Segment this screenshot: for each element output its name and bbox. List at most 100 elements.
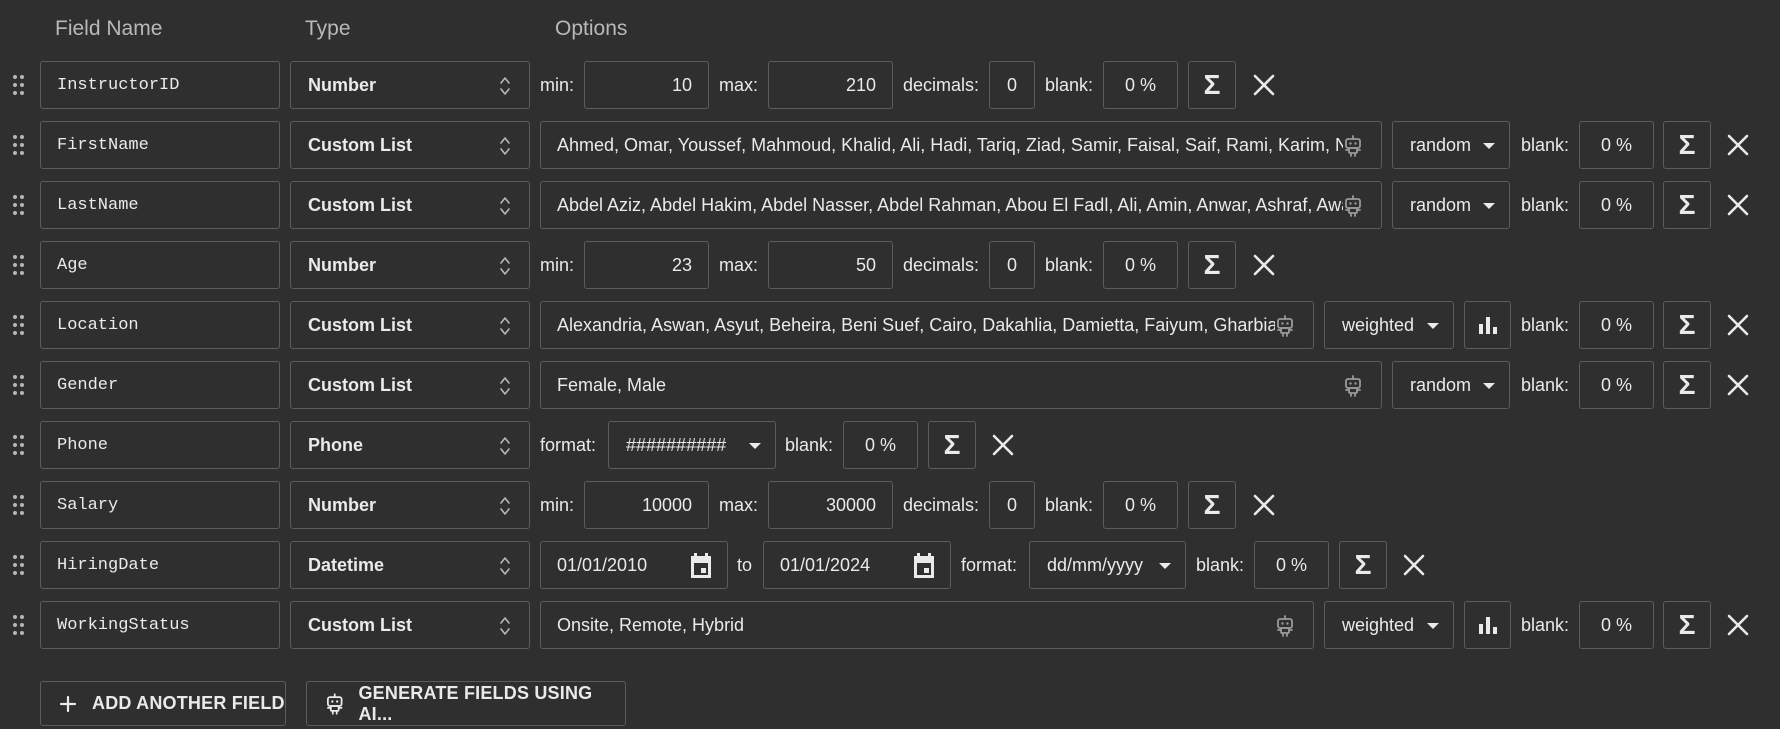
robot-icon[interactable]	[1341, 374, 1365, 398]
distribution-weights-button[interactable]	[1464, 301, 1511, 349]
close-icon[interactable]	[987, 429, 1019, 461]
decimals-input[interactable]: 0	[989, 481, 1035, 529]
distribution-label: random	[1410, 374, 1472, 395]
distribution-select[interactable]: random	[1392, 181, 1510, 229]
drag-handle-icon[interactable]	[12, 313, 26, 337]
blank-percent-input[interactable]: 0 %	[1103, 241, 1178, 289]
sigma-button[interactable]: Σ	[928, 421, 976, 469]
sigma-button[interactable]: Σ	[1663, 361, 1711, 409]
generate-fields-ai-button[interactable]: GENERATE FIELDS USING AI...	[306, 681, 626, 726]
decimals-input[interactable]: 0	[989, 241, 1035, 289]
field-type-select[interactable]: Phone	[290, 421, 530, 469]
sigma-button[interactable]: Σ	[1663, 121, 1711, 169]
drag-handle-icon[interactable]	[12, 73, 26, 97]
max-input[interactable]: 210	[768, 61, 893, 109]
decimals-label: decimals:	[903, 75, 980, 95]
distribution-select[interactable]: random	[1392, 121, 1510, 169]
close-icon[interactable]	[1722, 609, 1754, 641]
close-icon[interactable]	[1398, 549, 1430, 581]
field-name-input[interactable]: LastName	[40, 181, 280, 229]
field-row: FirstName Custom List Ahmed, Omar, Youss…	[0, 121, 1780, 171]
sigma-button[interactable]: Σ	[1188, 241, 1236, 289]
sigma-button[interactable]: Σ	[1663, 181, 1711, 229]
custom-list-input[interactable]: Female, Male	[540, 361, 1382, 409]
calendar-icon[interactable]	[689, 553, 713, 579]
blank-percent-input[interactable]: 0 %	[1103, 481, 1178, 529]
field-type-select[interactable]: Custom List	[290, 301, 530, 349]
field-type-select[interactable]: Number	[290, 61, 530, 109]
field-name-input[interactable]: WorkingStatus	[40, 601, 280, 649]
field-type-select[interactable]: Custom List	[290, 601, 530, 649]
drag-handle-icon[interactable]	[12, 553, 26, 577]
close-icon[interactable]	[1722, 369, 1754, 401]
custom-list-input[interactable]: Ahmed, Omar, Youssef, Mahmoud, Khalid, A…	[540, 121, 1382, 169]
blank-percent-input[interactable]: 0 %	[1579, 601, 1654, 649]
blank-percent-input[interactable]: 0 %	[1579, 121, 1654, 169]
drag-handle-icon[interactable]	[12, 193, 26, 217]
custom-list-input[interactable]: Abdel Aziz, Abdel Hakim, Abdel Nasser, A…	[540, 181, 1382, 229]
up-down-arrows-icon	[500, 77, 510, 95]
field-type-select[interactable]: Number	[290, 481, 530, 529]
field-name-input[interactable]: Salary	[40, 481, 280, 529]
custom-list-input[interactable]: Onsite, Remote, Hybrid	[540, 601, 1314, 649]
blank-percent-input[interactable]: 0 %	[1254, 541, 1329, 589]
distribution-select[interactable]: random	[1392, 361, 1510, 409]
sigma-button[interactable]: Σ	[1188, 481, 1236, 529]
field-type-select[interactable]: Custom List	[290, 121, 530, 169]
close-icon[interactable]	[1248, 489, 1280, 521]
close-icon[interactable]	[1722, 129, 1754, 161]
field-type-select[interactable]: Number	[290, 241, 530, 289]
date-to-input[interactable]: 01/01/2024	[763, 541, 951, 589]
close-icon[interactable]	[1248, 69, 1280, 101]
close-icon[interactable]	[1722, 189, 1754, 221]
min-input[interactable]: 23	[584, 241, 709, 289]
sigma-button[interactable]: Σ	[1339, 541, 1387, 589]
field-name-input[interactable]: Age	[40, 241, 280, 289]
field-type-select[interactable]: Datetime	[290, 541, 530, 589]
close-icon[interactable]	[1248, 249, 1280, 281]
drag-handle-icon[interactable]	[12, 373, 26, 397]
blank-percent-input[interactable]: 0 %	[1579, 301, 1654, 349]
min-input[interactable]: 10	[584, 61, 709, 109]
robot-icon[interactable]	[1273, 614, 1297, 638]
phone-format-select[interactable]: ##########	[608, 421, 776, 469]
field-name-input[interactable]: InstructorID	[40, 61, 280, 109]
sigma-button[interactable]: Σ	[1663, 301, 1711, 349]
drag-handle-icon[interactable]	[12, 493, 26, 517]
sigma-button[interactable]: Σ	[1188, 61, 1236, 109]
add-field-button[interactable]: ADD ANOTHER FIELD	[40, 681, 286, 726]
field-name-input[interactable]: Location	[40, 301, 280, 349]
max-input[interactable]: 30000	[768, 481, 893, 529]
drag-handle-icon[interactable]	[12, 133, 26, 157]
field-type-select[interactable]: Custom List	[290, 361, 530, 409]
decimals-input[interactable]: 0	[989, 61, 1035, 109]
drag-handle-icon[interactable]	[12, 433, 26, 457]
field-type-select[interactable]: Custom List	[290, 181, 530, 229]
blank-percent-input[interactable]: 0 %	[843, 421, 918, 469]
close-icon[interactable]	[1722, 309, 1754, 341]
field-type-label: Custom List	[308, 194, 413, 215]
field-name-input[interactable]: HiringDate	[40, 541, 280, 589]
distribution-select[interactable]: weighted	[1324, 301, 1454, 349]
robot-icon[interactable]	[1341, 194, 1365, 218]
distribution-weights-button[interactable]	[1464, 601, 1511, 649]
field-name-input[interactable]: Gender	[40, 361, 280, 409]
robot-icon[interactable]	[1341, 134, 1365, 158]
custom-list-input[interactable]: Alexandria, Aswan, Asyut, Beheira, Beni …	[540, 301, 1314, 349]
blank-percent-input[interactable]: 0 %	[1579, 181, 1654, 229]
date-format-select[interactable]: dd/mm/yyyy	[1029, 541, 1186, 589]
drag-handle-icon[interactable]	[12, 613, 26, 637]
distribution-select[interactable]: weighted	[1324, 601, 1454, 649]
max-input[interactable]: 50	[768, 241, 893, 289]
field-name-input[interactable]: Phone	[40, 421, 280, 469]
blank-percent-input[interactable]: 0 %	[1579, 361, 1654, 409]
calendar-icon[interactable]	[912, 553, 936, 579]
drag-handle-icon[interactable]	[12, 253, 26, 277]
field-name-input[interactable]: FirstName	[40, 121, 280, 169]
sigma-button[interactable]: Σ	[1663, 601, 1711, 649]
blank-percent-input[interactable]: 0 %	[1103, 61, 1178, 109]
caret-down-icon	[1427, 323, 1439, 329]
min-input[interactable]: 10000	[584, 481, 709, 529]
date-from-input[interactable]: 01/01/2010	[540, 541, 728, 589]
robot-icon[interactable]	[1273, 314, 1297, 338]
